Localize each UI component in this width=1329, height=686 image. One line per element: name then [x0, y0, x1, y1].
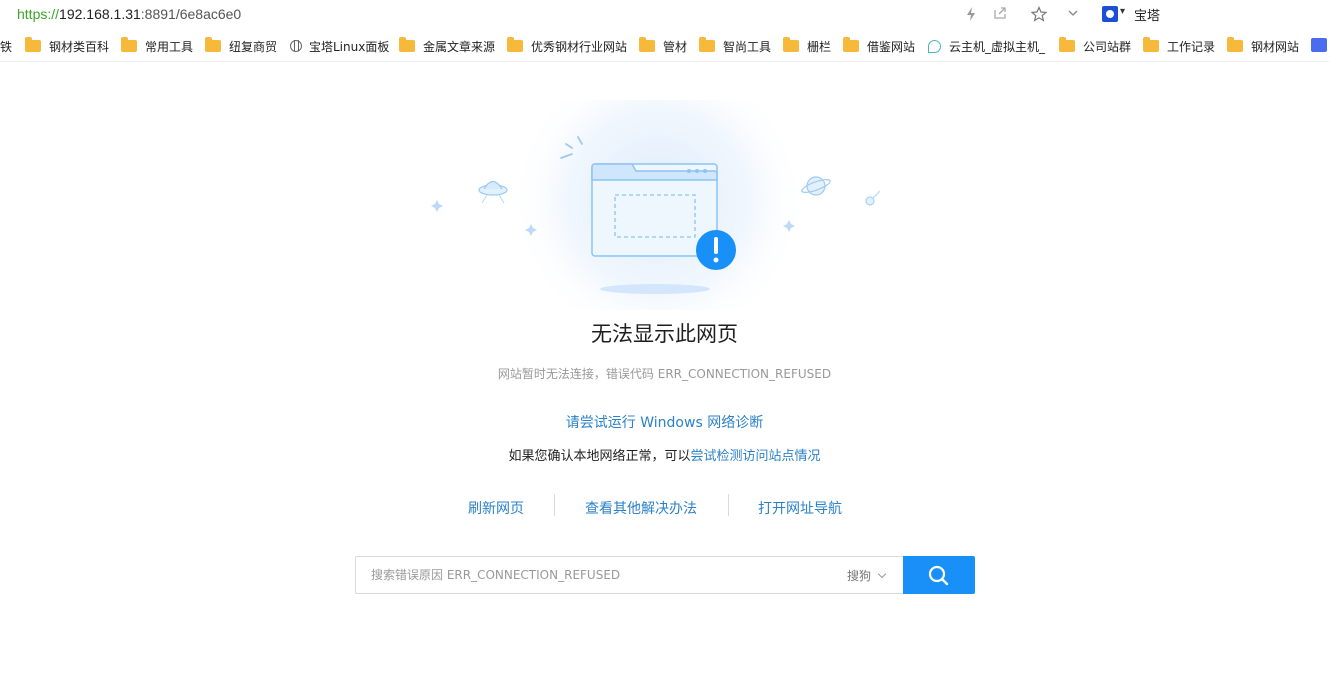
folder-icon [25, 37, 41, 52]
error-title: 无法显示此网页 [591, 322, 738, 346]
bookmark-item[interactable]: 智尚工具 [699, 37, 772, 54]
address-bar: https://192.168.1.31:8891/6e8ac6e0 ▾ 宝塔 [0, 0, 1329, 30]
bookmark-item[interactable]: 云主机_虚拟主机_ [928, 38, 1046, 54]
more-bookmarks-icon[interactable] [1311, 38, 1327, 52]
folder-icon [1143, 37, 1159, 52]
folder-icon [205, 37, 221, 52]
search-engine-label: 搜狗 [847, 569, 872, 583]
url-path: :8891/6e8ac6e0 [140, 6, 242, 22]
lightning-icon[interactable] [962, 6, 980, 24]
action-links: 刷新网页 查看其他解决办法 打开网址导航 [0, 494, 1329, 520]
bookmark-item[interactable]: 金属文章来源 [399, 37, 496, 54]
bookmark-label: 宝塔Linux面板 [309, 39, 390, 54]
bookmark-label: 纽复商贸 [229, 39, 278, 54]
bookmark-label: 栅栏 [807, 39, 832, 54]
search-icon [928, 565, 949, 586]
bookmark-label: 管材 [663, 39, 688, 54]
divider [728, 494, 729, 516]
folder-icon [507, 37, 523, 52]
other-solutions-link[interactable]: 查看其他解决办法 [585, 498, 697, 518]
open-navigation-link[interactable]: 打开网址导航 [758, 498, 842, 518]
chevron-down-icon[interactable] [1064, 6, 1082, 24]
divider [554, 494, 555, 516]
url-scheme: https:// [17, 6, 60, 22]
extension-caret-icon[interactable]: ▾ [1120, 6, 1125, 17]
bookmark-item[interactable]: 栅栏 [783, 37, 832, 54]
bookmark-label: 公司站群 [1083, 39, 1132, 54]
baota-extension-icon[interactable] [1102, 6, 1118, 22]
connection-error-illustration [420, 50, 900, 350]
bookmark-label: 优秀钢材行业网站 [531, 39, 628, 54]
search-button[interactable] [903, 556, 975, 594]
globe-icon [290, 40, 302, 52]
bookmark-item[interactable]: 管材 [639, 37, 688, 54]
url-host: 192.168.1.31 [59, 6, 141, 22]
cloud-icon [928, 39, 941, 53]
check-site-line: 如果您确认本地网络正常，可以尝试检测访问站点情况 [0, 445, 1329, 464]
refresh-page-link[interactable]: 刷新网页 [468, 498, 524, 518]
bookmark-item[interactable]: 常用工具 [121, 37, 194, 54]
windows-diagnose-link[interactable]: 请尝试运行 Windows 网络诊断 [0, 412, 1329, 432]
bookmark-item[interactable]: 钢材类百科 [25, 37, 110, 54]
star-icon[interactable] [1030, 6, 1048, 24]
bookmark-label: 钢材类百科 [49, 39, 110, 54]
folder-icon [843, 37, 859, 52]
folder-icon [121, 37, 137, 52]
check-site-link[interactable]: 尝试检测访问站点情况 [691, 449, 821, 464]
bookmark-item[interactable]: 钢材网站 [1227, 37, 1300, 54]
bookmark-label: 智尚工具 [723, 39, 772, 54]
bookmark-label: 铁 [0, 39, 13, 54]
search-input[interactable] [355, 556, 919, 594]
chevron-down-icon [877, 569, 887, 579]
check-prefix-text: 如果您确认本地网络正常，可以 [508, 449, 691, 464]
bookmark-item[interactable]: 优秀钢材行业网站 [507, 37, 628, 54]
error-subtitle: 网站暂时无法连接，错误代码 ERR_CONNECTION_REFUSED [497, 367, 832, 381]
bookmark-item[interactable]: 工作记录 [1143, 37, 1216, 54]
folder-icon [783, 37, 799, 52]
bookmark-label: 工作记录 [1167, 39, 1216, 54]
folder-icon [1227, 37, 1243, 52]
bookmark-label: 金属文章来源 [423, 39, 496, 54]
url-field[interactable]: https://192.168.1.31:8891/6e8ac6e0 [17, 6, 241, 22]
folder-icon [399, 37, 415, 52]
error-search-box: 搜狗 [355, 556, 975, 594]
bookmark-label: 常用工具 [145, 39, 194, 54]
folder-icon [699, 37, 715, 52]
bookmark-item[interactable]: 宝塔Linux面板 [290, 38, 389, 54]
bookmarks-bar: 铁 钢材类百科 常用工具 纽复商贸 宝塔Linux面板 金属文章来源 优秀钢材行… [0, 30, 1329, 62]
bookmark-item[interactable]: 公司站群 [1059, 37, 1132, 54]
bookmark-label: 钢材网站 [1251, 39, 1300, 54]
search-engine-select[interactable]: 搜狗 [847, 567, 887, 584]
bookmark-label: 借鉴网站 [867, 39, 916, 54]
folder-icon [639, 37, 655, 52]
bookmark-item[interactable]: 纽复商贸 [205, 37, 278, 54]
bookmark-item[interactable]: 铁 [0, 38, 12, 54]
folder-icon [1059, 37, 1075, 52]
extension-label[interactable]: 宝塔 [1134, 5, 1160, 24]
bookmark-label: 云主机_虚拟主机_ [949, 39, 1046, 54]
bookmark-item[interactable]: 借鉴网站 [843, 37, 916, 54]
share-icon[interactable] [991, 6, 1009, 24]
